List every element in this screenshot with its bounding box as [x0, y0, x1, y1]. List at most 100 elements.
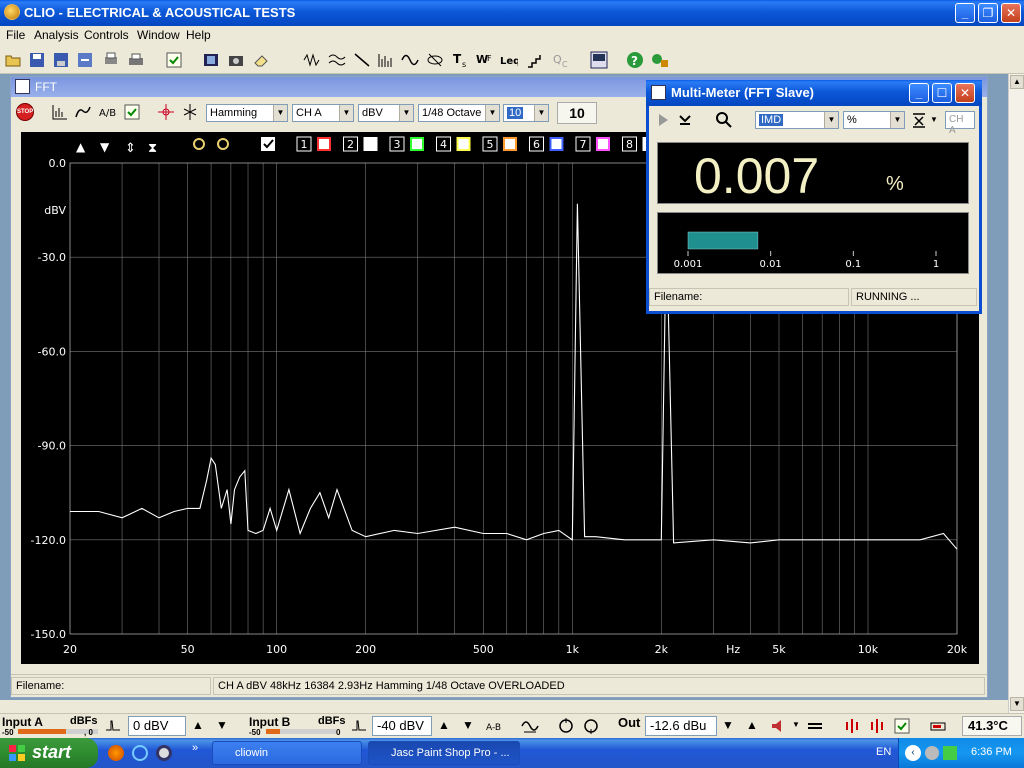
- out-level-field[interactable]: -12.6 dBu: [645, 716, 717, 736]
- open-icon[interactable]: [4, 51, 22, 69]
- memory-slot-color[interactable]: [456, 137, 471, 151]
- mm-close-button[interactable]: ✕: [955, 83, 975, 103]
- vertical-scrollbar[interactable]: ▲ ▼: [1008, 74, 1024, 714]
- mm-minimize-button[interactable]: _: [909, 83, 929, 103]
- input-b-range-field[interactable]: -40 dBV: [372, 716, 432, 736]
- taskbar-cliowin[interactable]: cliowin: [212, 741, 362, 765]
- loop-b-icon[interactable]: [582, 717, 600, 735]
- minimize-button[interactable]: _: [955, 3, 975, 23]
- eraser-icon[interactable]: [252, 51, 270, 69]
- sine-icon[interactable]: [401, 51, 419, 69]
- trace-checkbox[interactable]: [261, 137, 275, 151]
- input-b-up-icon[interactable]: ▲: [438, 718, 450, 732]
- input-a-up-icon[interactable]: ▲: [192, 718, 204, 732]
- menu-file[interactable]: File: [6, 28, 25, 42]
- speaker-chevron-down-icon[interactable]: ▼: [792, 720, 800, 729]
- out-down-icon[interactable]: ▼: [722, 718, 734, 732]
- ts-icon[interactable]: Ts: [452, 51, 470, 69]
- tray-app-icon[interactable]: [925, 746, 939, 760]
- channel-select[interactable]: CH A ▼: [292, 104, 354, 122]
- taskbar-paint-shop-pro[interactable]: Jasc Paint Shop Pro - ...: [368, 741, 520, 765]
- mm-chevron-down-icon[interactable]: ▼: [930, 115, 938, 124]
- a-b-icon[interactable]: A/B: [99, 103, 117, 121]
- mm-maximize-button[interactable]: ☐: [932, 83, 952, 103]
- play-icon[interactable]: [654, 111, 672, 129]
- memory-slot-color[interactable]: [549, 137, 564, 151]
- menu-analysis[interactable]: Analysis: [34, 28, 79, 42]
- window-type-select[interactable]: Hamming ▼: [206, 104, 288, 122]
- parameter-select[interactable]: IMD ▼: [755, 111, 839, 129]
- mm-channel-field[interactable]: CH A: [945, 111, 975, 136]
- move-down-icon[interactable]: ▼: [100, 140, 110, 154]
- waterfall-icon[interactable]: WF: [476, 51, 494, 69]
- magnifier-icon[interactable]: [715, 111, 733, 129]
- settings-check-icon[interactable]: [123, 103, 141, 121]
- loop-icon[interactable]: [557, 717, 575, 735]
- input-b-down-icon[interactable]: ▼: [462, 718, 474, 732]
- memory-slot-color[interactable]: [317, 137, 331, 151]
- memory-slot-color[interactable]: [363, 137, 378, 151]
- zoom-in-icon[interactable]: [193, 138, 205, 150]
- quicklaunch-more-icon[interactable]: »: [192, 742, 198, 754]
- menu-window[interactable]: Window: [137, 28, 180, 42]
- unit-select[interactable]: dBV ▼: [358, 104, 414, 122]
- phantom-icon[interactable]: [868, 717, 886, 735]
- battery-icon[interactable]: [930, 717, 948, 735]
- media-player-icon[interactable]: [156, 745, 172, 761]
- context-help-icon[interactable]: [651, 51, 669, 69]
- smoothing-select[interactable]: 1/48 Octave ▼: [418, 104, 500, 122]
- print-setup-icon[interactable]: [102, 51, 120, 69]
- fit-vertical-icon[interactable]: ⧗: [148, 141, 157, 156]
- averages-select[interactable]: 10 ▼: [503, 104, 549, 122]
- checklist-icon[interactable]: [165, 51, 183, 69]
- language-indicator[interactable]: EN: [876, 746, 891, 758]
- crosshair-icon[interactable]: [157, 103, 175, 121]
- a-to-b-icon[interactable]: A-B: [486, 717, 504, 735]
- capture-icon[interactable]: [676, 111, 694, 129]
- save-icon[interactable]: [28, 51, 46, 69]
- out-up-icon[interactable]: ▲: [746, 718, 758, 732]
- firefox-icon[interactable]: [108, 745, 124, 761]
- multimeter-icon[interactable]: [590, 51, 608, 69]
- restore-button[interactable]: ❐: [978, 3, 998, 23]
- scroll-up-icon[interactable]: ▲: [1010, 75, 1024, 89]
- save-as-icon[interactable]: [52, 51, 70, 69]
- input-a-down-icon[interactable]: ▼: [216, 718, 228, 732]
- waveform-icon[interactable]: [303, 51, 321, 69]
- generator-icon[interactable]: [521, 717, 539, 735]
- tray-expand-icon[interactable]: ‹: [905, 745, 921, 761]
- mic-power-icon[interactable]: [843, 717, 861, 735]
- staircase-icon[interactable]: [526, 51, 544, 69]
- qc-icon[interactable]: QC: [552, 51, 570, 69]
- input-a-coupling-icon[interactable]: [104, 717, 122, 735]
- expand-vertical-icon[interactable]: ⇕: [125, 141, 136, 156]
- speaker-icon[interactable]: [770, 717, 788, 735]
- memory-slot-color[interactable]: [503, 137, 517, 151]
- polar-icon[interactable]: [426, 51, 444, 69]
- stop-button[interactable]: STOP: [16, 103, 34, 121]
- calibration-icon[interactable]: [893, 717, 911, 735]
- memory-slot-color[interactable]: [596, 137, 610, 151]
- export-icon[interactable]: [76, 51, 94, 69]
- input-b-coupling-icon[interactable]: [350, 717, 368, 735]
- camera-icon[interactable]: [227, 51, 245, 69]
- marker-icon[interactable]: [181, 103, 199, 121]
- multimeter-title-bar[interactable]: Multi-Meter (FFT Slave) _ ☐ ✕: [646, 80, 982, 106]
- smooth-curve-icon[interactable]: [74, 103, 92, 121]
- zoom-out-icon[interactable]: [217, 138, 229, 150]
- balanced-icon[interactable]: [806, 717, 824, 735]
- print-icon[interactable]: [127, 51, 145, 69]
- scroll-down-icon[interactable]: ▼: [1010, 697, 1024, 711]
- start-button[interactable]: start: [0, 738, 98, 768]
- tray-security-icon[interactable]: [943, 746, 957, 760]
- menu-help[interactable]: Help: [186, 28, 211, 42]
- mm-unit-select[interactable]: % ▼: [843, 111, 905, 129]
- internet-explorer-icon[interactable]: [132, 745, 148, 761]
- move-up-icon[interactable]: ▲: [76, 140, 86, 154]
- multi-wave-icon[interactable]: [328, 51, 346, 69]
- bar-graph-icon[interactable]: [51, 103, 69, 121]
- help-icon[interactable]: ?: [626, 51, 644, 69]
- input-a-range-field[interactable]: 0 dBV: [128, 716, 186, 736]
- app-title-bar[interactable]: CLIO - ELECTRICAL & ACOUSTICAL TESTS _ ❐…: [0, 0, 1024, 26]
- menu-controls[interactable]: Controls: [84, 28, 129, 42]
